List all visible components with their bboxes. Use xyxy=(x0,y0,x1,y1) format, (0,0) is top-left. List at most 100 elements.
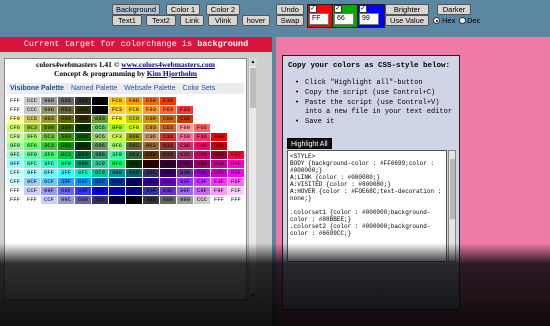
scroll-up-arrow-icon[interactable]: ▲ xyxy=(249,58,257,66)
color-swatch[interactable]: 9F9 xyxy=(7,142,23,150)
color-swatch[interactable]: F60 xyxy=(143,97,159,105)
text1-button[interactable]: Text1 xyxy=(112,15,142,26)
color-swatch[interactable]: 390 xyxy=(58,133,74,141)
color-swatch[interactable]: C0C xyxy=(211,169,227,177)
color-swatch[interactable]: CFF xyxy=(7,169,23,177)
color-swatch[interactable]: 060 xyxy=(75,133,91,141)
color-swatch[interactable]: 99C xyxy=(58,196,74,204)
color-swatch[interactable]: 6C6 xyxy=(92,124,108,132)
color-swatch[interactable] xyxy=(228,133,244,141)
color-swatch[interactable]: CF0 xyxy=(126,124,142,132)
vlink-button[interactable]: Vlink xyxy=(208,15,238,26)
color-swatch[interactable]: 903 xyxy=(211,151,227,159)
color2-button[interactable]: Color 2 xyxy=(206,4,240,15)
blue-channel-checkbox[interactable]: ✓ xyxy=(359,5,367,13)
color-swatch[interactable]: 96F xyxy=(177,187,193,195)
color-swatch[interactable]: 396 xyxy=(92,151,108,159)
color-swatch[interactable]: FCF xyxy=(228,187,244,195)
color-swatch[interactable]: FFF xyxy=(7,187,23,195)
use-value-button[interactable]: Use Value xyxy=(385,15,429,26)
color-swatch[interactable]: C90 xyxy=(143,115,159,123)
color-swatch[interactable]: 000 xyxy=(92,106,108,114)
color-swatch[interactable]: 300 xyxy=(143,160,159,168)
color-swatch[interactable]: 000 xyxy=(92,97,108,105)
color-swatch[interactable]: F03 xyxy=(228,151,244,159)
color-swatch[interactable]: 963 xyxy=(143,142,159,150)
color-swatch[interactable]: C96 xyxy=(143,133,159,141)
color-swatch[interactable]: CFF xyxy=(7,178,23,186)
color-swatch[interactable]: 003 xyxy=(109,196,125,204)
site-link[interactable]: www.colors4webmasters.com xyxy=(121,60,215,69)
blue-value-input[interactable]: 99 xyxy=(359,13,379,25)
color-swatch[interactable]: F63 xyxy=(160,106,176,114)
color-swatch[interactable]: 030 xyxy=(75,142,91,150)
color-swatch[interactable]: 0FC xyxy=(75,169,91,177)
highlight-all-button[interactable]: Highlight All xyxy=(287,138,332,149)
color-swatch[interactable]: 93F xyxy=(177,178,193,186)
color-swatch[interactable]: FFF xyxy=(228,196,244,204)
color-swatch[interactable]: C36 xyxy=(177,142,193,150)
swap-button[interactable]: Swap xyxy=(276,15,304,26)
color-swatch[interactable]: 009 xyxy=(126,187,142,195)
background-button[interactable]: Background xyxy=(112,4,160,15)
tab-named[interactable]: Named Palette xyxy=(71,83,117,94)
color-swatch[interactable]: 090 xyxy=(58,142,74,150)
color-swatch[interactable]: FC0 xyxy=(109,97,125,105)
color-swatch[interactable]: C60 xyxy=(160,115,176,123)
darker-button[interactable]: Darker xyxy=(437,4,471,15)
color-swatch[interactable]: C3F xyxy=(194,178,210,186)
color-swatch[interactable]: C93 xyxy=(143,124,159,132)
color-swatch[interactable]: 030 xyxy=(75,124,91,132)
color-swatch[interactable]: 906 xyxy=(194,160,210,168)
color-swatch[interactable]: 09F xyxy=(75,178,91,186)
green-value-input[interactable]: 66 xyxy=(334,13,354,25)
color-swatch[interactable]: 6FF xyxy=(41,169,57,177)
color-swatch[interactable]: F69 xyxy=(177,133,193,141)
color-swatch[interactable]: F90 xyxy=(126,97,142,105)
color-swatch[interactable]: FC3 xyxy=(109,106,125,114)
color-swatch[interactable]: 696 xyxy=(92,142,108,150)
code-scrollbar[interactable] xyxy=(448,150,456,262)
color-swatch[interactable]: FFF xyxy=(211,196,227,204)
color-swatch[interactable]: FC0 xyxy=(126,106,142,114)
hex-radio[interactable] xyxy=(433,17,440,24)
color-swatch[interactable]: 66F xyxy=(58,187,74,195)
color-swatch[interactable]: 333 xyxy=(75,97,91,105)
color-swatch[interactable]: 339 xyxy=(143,187,159,195)
color-swatch[interactable]: 303 xyxy=(160,160,176,168)
color-swatch[interactable]: F9F xyxy=(211,187,227,195)
dec-radio[interactable] xyxy=(459,17,466,24)
green-channel-checkbox[interactable]: ✓ xyxy=(334,5,342,13)
color-swatch[interactable]: 999 xyxy=(177,196,193,204)
color-swatch[interactable] xyxy=(211,124,227,132)
color-swatch[interactable]: 996 xyxy=(41,106,57,114)
color-swatch[interactable]: 3F9 xyxy=(109,151,125,159)
color-swatch[interactable]: C33 xyxy=(160,133,176,141)
color-swatch[interactable] xyxy=(177,97,193,105)
color-swatch[interactable]: 63C xyxy=(160,187,176,195)
color-swatch[interactable]: C6F xyxy=(194,187,210,195)
color-swatch[interactable]: 6F9 xyxy=(24,151,40,159)
color-swatch[interactable]: C09 xyxy=(211,160,227,168)
hover-button[interactable]: hover xyxy=(242,15,270,26)
color-swatch[interactable] xyxy=(228,106,244,114)
color-swatch[interactable]: 693 xyxy=(92,115,108,123)
color-swatch[interactable]: CCC xyxy=(24,97,40,105)
color-swatch[interactable]: CCC xyxy=(24,106,40,114)
tab-color-sets[interactable]: Color Sets xyxy=(183,83,216,94)
color-swatch[interactable]: 039 xyxy=(109,178,125,186)
color-swatch[interactable]: 330 xyxy=(75,106,91,114)
color-swatch[interactable]: 6CF xyxy=(41,178,57,186)
color-swatch[interactable]: 690 xyxy=(41,124,57,132)
link-button[interactable]: Link xyxy=(180,15,204,26)
color-swatch[interactable]: 330 xyxy=(75,115,91,123)
color-swatch[interactable]: 360 xyxy=(58,124,74,132)
color-swatch[interactable]: FFF xyxy=(24,196,40,204)
color-swatch[interactable]: 90C xyxy=(194,169,210,177)
color-swatch[interactable]: 096 xyxy=(75,160,91,168)
color-swatch[interactable]: CCC xyxy=(194,196,210,204)
color-swatch[interactable]: C30 xyxy=(177,115,193,123)
color-swatch[interactable]: 3F6 xyxy=(41,151,57,159)
color-swatch[interactable]: 39F xyxy=(58,178,74,186)
color-swatch[interactable]: 933 xyxy=(160,142,176,150)
